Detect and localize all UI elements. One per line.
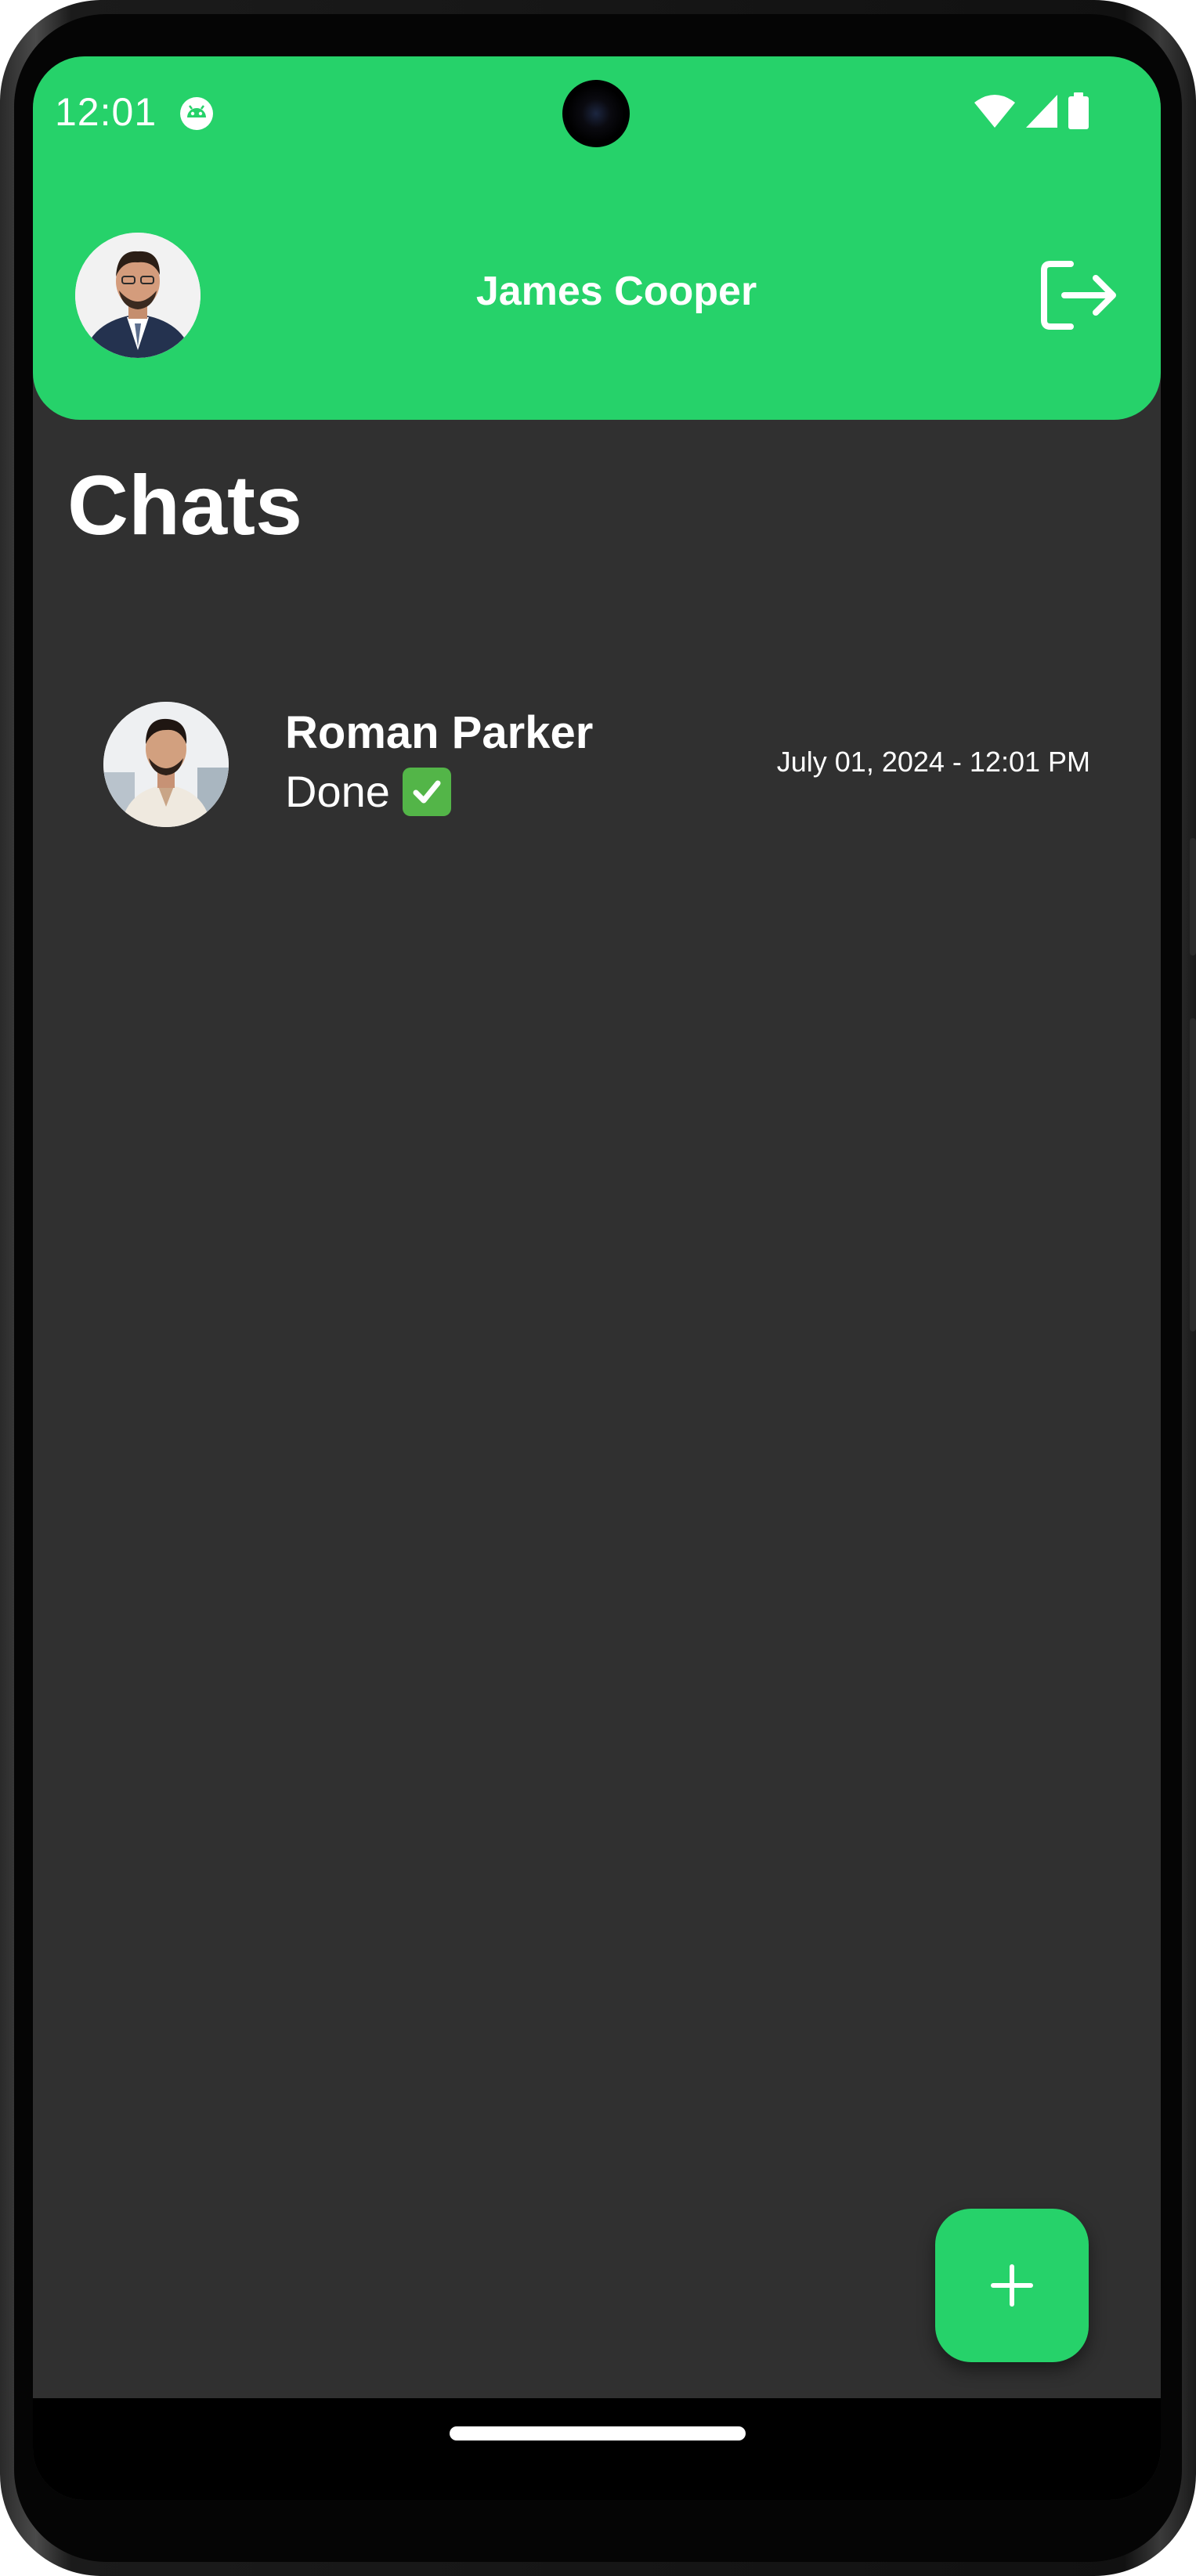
power-button (1190, 838, 1196, 956)
chat-last-message: Done (285, 766, 451, 817)
chat-last-message-text: Done (285, 767, 390, 816)
check-mark-emoji (402, 767, 451, 816)
chat-name: Roman Parker (285, 707, 594, 758)
status-time: 12:01 (55, 90, 157, 134)
screen: 12:01 James Cooper Chats Roman Parker Do… (33, 56, 1161, 2500)
signal-icon (1026, 95, 1057, 128)
navigation-bar (33, 2398, 1161, 2500)
status-icons (973, 92, 1090, 130)
app-title: James Cooper (475, 269, 757, 314)
chat-timestamp: July 01, 2024 - 12:01 PM (776, 746, 1090, 778)
volume-button (1190, 1018, 1196, 1331)
battery-icon (1068, 92, 1089, 129)
front-camera (562, 80, 630, 147)
app-header: 12:01 James Cooper (33, 56, 1161, 420)
chat-list-item[interactable]: Roman Parker Done July 01, 2024 - 12:01 … (33, 652, 1161, 832)
wifi-icon (974, 95, 1015, 128)
phone-frame: 12:01 James Cooper Chats Roman Parker Do… (0, 0, 1196, 2576)
plus-icon (991, 2264, 1033, 2307)
avatar (103, 702, 229, 827)
logout-icon (1041, 261, 1116, 330)
page-title: Chats (67, 457, 303, 552)
android-app-icon (180, 97, 213, 130)
home-gesture-handle[interactable] (450, 2426, 746, 2441)
logout-button[interactable] (1035, 252, 1122, 338)
new-chat-button[interactable] (935, 2209, 1089, 2362)
